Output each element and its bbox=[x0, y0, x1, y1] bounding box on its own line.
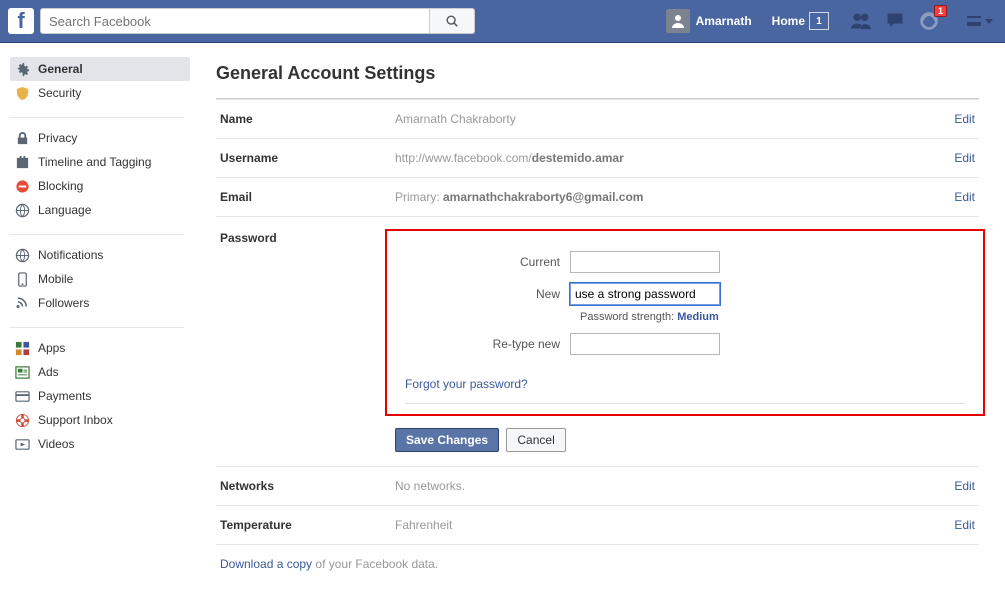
download-data-row: Download a copy of your Facebook data. bbox=[216, 544, 979, 583]
sidebar-item-general[interactable]: General bbox=[10, 57, 190, 81]
home-count-badge: 1 bbox=[809, 12, 829, 30]
sidebar-item-timeline[interactable]: Timeline and Tagging bbox=[10, 150, 190, 174]
globe-icon bbox=[14, 202, 30, 218]
row-username: Username http://www.facebook.com/destemi… bbox=[216, 138, 979, 177]
home-link[interactable]: Home 1 bbox=[762, 7, 839, 35]
sidebar-item-apps[interactable]: Apps bbox=[10, 336, 190, 360]
edit-networks-link[interactable]: Edit bbox=[954, 479, 975, 493]
save-changes-button[interactable]: Save Changes bbox=[395, 428, 499, 452]
life-icon bbox=[14, 412, 30, 428]
profile-name: Amarnath bbox=[696, 14, 752, 28]
notifications-icon[interactable]: 1 bbox=[919, 11, 939, 31]
retype-password-label: Re-type new bbox=[405, 337, 570, 351]
messages-icon[interactable] bbox=[885, 11, 905, 31]
sidebar-item-label: Mobile bbox=[38, 270, 73, 288]
sidebar-item-label: Followers bbox=[38, 294, 89, 312]
sidebar-item-payments[interactable]: Payments bbox=[10, 384, 190, 408]
new-password-label: New bbox=[405, 287, 570, 301]
row-password: Password Current New Password strength: … bbox=[216, 216, 979, 466]
topbar: f Amarnath Home 1 1 bbox=[0, 0, 1005, 43]
globe-icon bbox=[14, 247, 30, 263]
cancel-button[interactable]: Cancel bbox=[506, 428, 565, 452]
sidebar-item-label: Apps bbox=[38, 339, 65, 357]
ads-icon bbox=[14, 364, 30, 380]
row-networks: Networks No networks. Edit bbox=[216, 466, 979, 505]
sidebar-item-label: Privacy bbox=[38, 129, 77, 147]
sidebar-item-label: Notifications bbox=[38, 246, 103, 264]
page-title: General Account Settings bbox=[216, 63, 979, 84]
password-strength: Password strength: Medium bbox=[405, 311, 965, 323]
edit-name-link[interactable]: Edit bbox=[954, 112, 975, 126]
friend-requests-icon[interactable] bbox=[851, 11, 871, 31]
gear-icon bbox=[14, 61, 30, 77]
sidebar-item-label: Videos bbox=[38, 435, 74, 453]
sidebar-item-mobile[interactable]: Mobile bbox=[10, 267, 190, 291]
sidebar-item-videos[interactable]: Videos bbox=[10, 432, 190, 456]
sidebar-item-security[interactable]: Security bbox=[10, 81, 190, 105]
sidebar-item-blocking[interactable]: Blocking bbox=[10, 174, 190, 198]
sidebar-item-label: General bbox=[38, 60, 83, 78]
sidebar-item-label: Payments bbox=[38, 387, 91, 405]
mobile-icon bbox=[14, 271, 30, 287]
edit-temperature-link[interactable]: Edit bbox=[954, 518, 975, 532]
current-password-label: Current bbox=[405, 255, 570, 269]
sidebar-item-label: Support Inbox bbox=[38, 411, 113, 429]
shield-icon bbox=[14, 85, 30, 101]
cal-icon bbox=[14, 154, 30, 170]
edit-email-link[interactable]: Edit bbox=[954, 190, 975, 204]
sidebar-item-privacy[interactable]: Privacy bbox=[10, 126, 190, 150]
rss-icon bbox=[14, 295, 30, 311]
logo-icon[interactable]: f bbox=[8, 8, 34, 34]
card-icon bbox=[14, 388, 30, 404]
current-password-input[interactable] bbox=[570, 251, 720, 273]
download-data-link[interactable]: Download a copy bbox=[220, 557, 312, 571]
sidebar: General Security Privacy Timeline and Taggi… bbox=[0, 43, 190, 603]
settings-menu-icon[interactable] bbox=[967, 16, 993, 26]
block-icon bbox=[14, 178, 30, 194]
sidebar-item-followers[interactable]: Followers bbox=[10, 291, 190, 315]
search-input[interactable] bbox=[40, 8, 429, 34]
sidebar-item-label: Security bbox=[38, 84, 81, 102]
edit-username-link[interactable]: Edit bbox=[954, 151, 975, 165]
sidebar-item-notifications[interactable]: Notifications bbox=[10, 243, 190, 267]
apps-icon bbox=[14, 340, 30, 356]
sidebar-item-label: Timeline and Tagging bbox=[38, 153, 151, 171]
sidebar-item-label: Blocking bbox=[38, 177, 83, 195]
retype-password-input[interactable] bbox=[570, 333, 720, 355]
avatar-icon bbox=[666, 9, 690, 33]
password-highlight-box: Current New Password strength: Medium Re… bbox=[385, 229, 985, 416]
topbar-right: Amarnath Home 1 1 bbox=[656, 7, 993, 35]
row-temperature: Temperature Fahrenheit Edit bbox=[216, 505, 979, 544]
sidebar-item-support[interactable]: Support Inbox bbox=[10, 408, 190, 432]
new-password-input[interactable] bbox=[570, 283, 720, 305]
forgot-password-link[interactable]: Forgot your password? bbox=[405, 377, 528, 391]
lock-icon bbox=[14, 130, 30, 146]
sidebar-item-ads[interactable]: Ads bbox=[10, 360, 190, 384]
search-wrap bbox=[40, 8, 475, 34]
row-name: Name Amarnath Chakraborty Edit bbox=[216, 99, 979, 138]
sidebar-item-label: Ads bbox=[38, 363, 59, 381]
profile-link[interactable]: Amarnath bbox=[656, 7, 762, 35]
main-content: General Account Settings Name Amarnath C… bbox=[190, 43, 1005, 603]
notifications-count-badge: 1 bbox=[934, 5, 947, 17]
video-icon bbox=[14, 436, 30, 452]
sidebar-item-label: Language bbox=[38, 201, 91, 219]
row-email: Email Primary: amarnathchakraborty6@gmai… bbox=[216, 177, 979, 216]
sidebar-item-language[interactable]: Language bbox=[10, 198, 190, 222]
search-button[interactable] bbox=[429, 8, 475, 34]
